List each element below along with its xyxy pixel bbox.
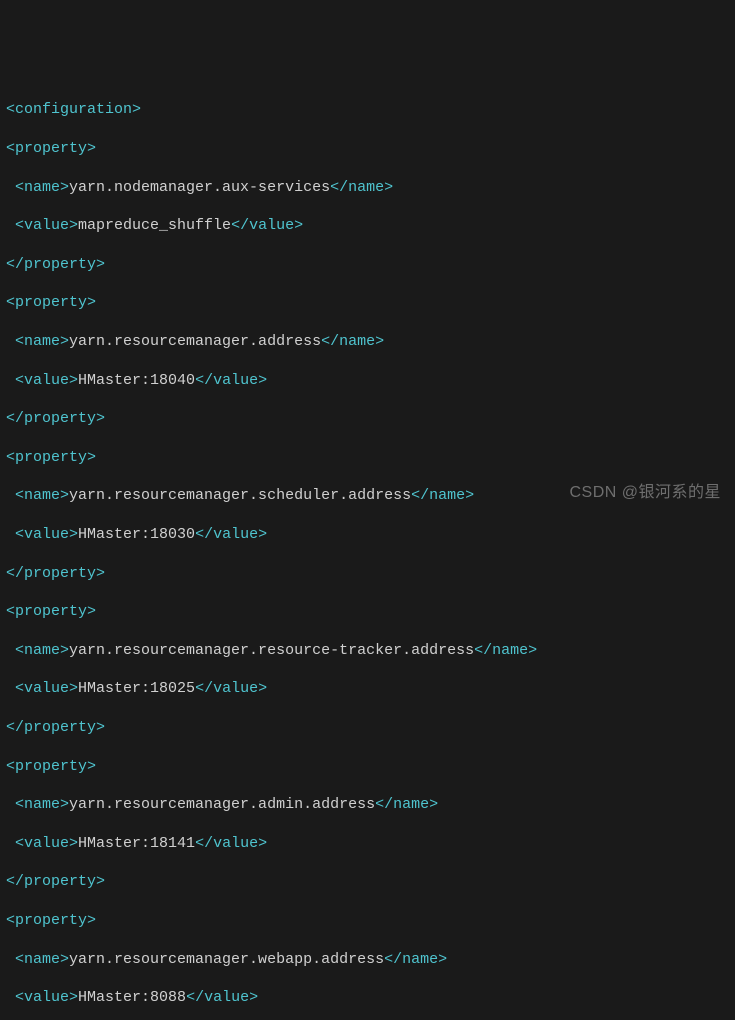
xml-tag: </property>: [6, 873, 105, 890]
xml-tag: </name>: [321, 333, 384, 350]
xml-text: HMaster:18040: [78, 372, 195, 389]
xml-text: yarn.nodemanager.aux-services: [69, 179, 330, 196]
code-line: <value>HMaster:18141</value>: [6, 834, 729, 853]
xml-text: HMaster:18141: [78, 835, 195, 852]
xml-tag: <name>: [15, 179, 69, 196]
xml-text: yarn.resourcemanager.resource-tracker.ad…: [69, 642, 474, 659]
code-line: <value>mapreduce_shuffle</value>: [6, 216, 729, 235]
code-line: <property>: [6, 293, 729, 312]
indent: [6, 333, 15, 350]
code-line: </property>: [6, 255, 729, 274]
xml-tag: </value>: [195, 526, 267, 543]
xml-tag: <configuration>: [6, 101, 141, 118]
xml-tag: </name>: [330, 179, 393, 196]
xml-tag: </value>: [231, 217, 303, 234]
xml-tag: <name>: [15, 487, 69, 504]
code-line: <property>: [6, 602, 729, 621]
code-line: <name>yarn.resourcemanager.webapp.addres…: [6, 950, 729, 969]
xml-tag: </value>: [195, 680, 267, 697]
xml-tag: </property>: [6, 719, 105, 736]
xml-tag: <name>: [15, 796, 69, 813]
xml-tag: <value>: [15, 989, 78, 1006]
xml-tag: <name>: [15, 951, 69, 968]
indent: [6, 989, 15, 1006]
xml-tag: </value>: [195, 372, 267, 389]
indent: [6, 680, 15, 697]
indent: [6, 642, 15, 659]
xml-tag: </property>: [6, 256, 105, 273]
code-line: <name>yarn.resourcemanager.admin.address…: [6, 795, 729, 814]
xml-text: yarn.resourcemanager.webapp.address: [69, 951, 384, 968]
xml-text: HMaster:8088: [78, 989, 186, 1006]
xml-tag: <property>: [6, 140, 96, 157]
xml-tag: <value>: [15, 526, 78, 543]
xml-tag: <property>: [6, 294, 96, 311]
code-line: <name>yarn.resourcemanager.resource-trac…: [6, 641, 729, 660]
xml-text: mapreduce_shuffle: [78, 217, 231, 234]
indent: [6, 951, 15, 968]
xml-text: yarn.resourcemanager.scheduler.address: [69, 487, 411, 504]
code-line: <property>: [6, 757, 729, 776]
watermark-text: CSDN @银河系的星: [569, 483, 721, 502]
code-line: <value>HMaster:18040</value>: [6, 371, 729, 390]
code-line: </property>: [6, 718, 729, 737]
indent: [6, 487, 15, 504]
xml-text: HMaster:18025: [78, 680, 195, 697]
xml-tag: <value>: [15, 835, 78, 852]
code-line: <value>HMaster:8088</value>: [6, 988, 729, 1007]
code-line: </property>: [6, 564, 729, 583]
xml-tag: <value>: [15, 680, 78, 697]
xml-tag: <value>: [15, 372, 78, 389]
xml-tag: <value>: [15, 217, 78, 234]
xml-tag: </name>: [474, 642, 537, 659]
xml-tag: </property>: [6, 410, 105, 427]
code-line: <name>yarn.resourcemanager.address</name…: [6, 332, 729, 351]
code-line: <property>: [6, 448, 729, 467]
code-block: <configuration> <property> <name>yarn.no…: [6, 81, 729, 1020]
xml-tag: <property>: [6, 758, 96, 775]
xml-tag: <property>: [6, 449, 96, 466]
code-line: <property>: [6, 139, 729, 158]
xml-tag: <name>: [15, 642, 69, 659]
xml-tag: </value>: [186, 989, 258, 1006]
xml-tag: </name>: [375, 796, 438, 813]
xml-tag: </value>: [195, 835, 267, 852]
xml-tag: <property>: [6, 603, 96, 620]
indent: [6, 372, 15, 389]
indent: [6, 217, 15, 234]
code-line: <name>yarn.nodemanager.aux-services</nam…: [6, 178, 729, 197]
xml-text: yarn.resourcemanager.admin.address: [69, 796, 375, 813]
code-line: <value>HMaster:18025</value>: [6, 679, 729, 698]
indent: [6, 179, 15, 196]
xml-tag: </property>: [6, 565, 105, 582]
indent: [6, 835, 15, 852]
xml-text: yarn.resourcemanager.address: [69, 333, 321, 350]
xml-tag: <property>: [6, 912, 96, 929]
code-line: <configuration>: [6, 100, 729, 119]
xml-text: HMaster:18030: [78, 526, 195, 543]
code-line: </property>: [6, 872, 729, 891]
xml-tag: </name>: [411, 487, 474, 504]
code-line: <property>: [6, 911, 729, 930]
code-line: </property>: [6, 409, 729, 428]
indent: [6, 796, 15, 813]
indent: [6, 526, 15, 543]
xml-tag: <name>: [15, 333, 69, 350]
code-line: <value>HMaster:18030</value>: [6, 525, 729, 544]
xml-tag: </name>: [384, 951, 447, 968]
